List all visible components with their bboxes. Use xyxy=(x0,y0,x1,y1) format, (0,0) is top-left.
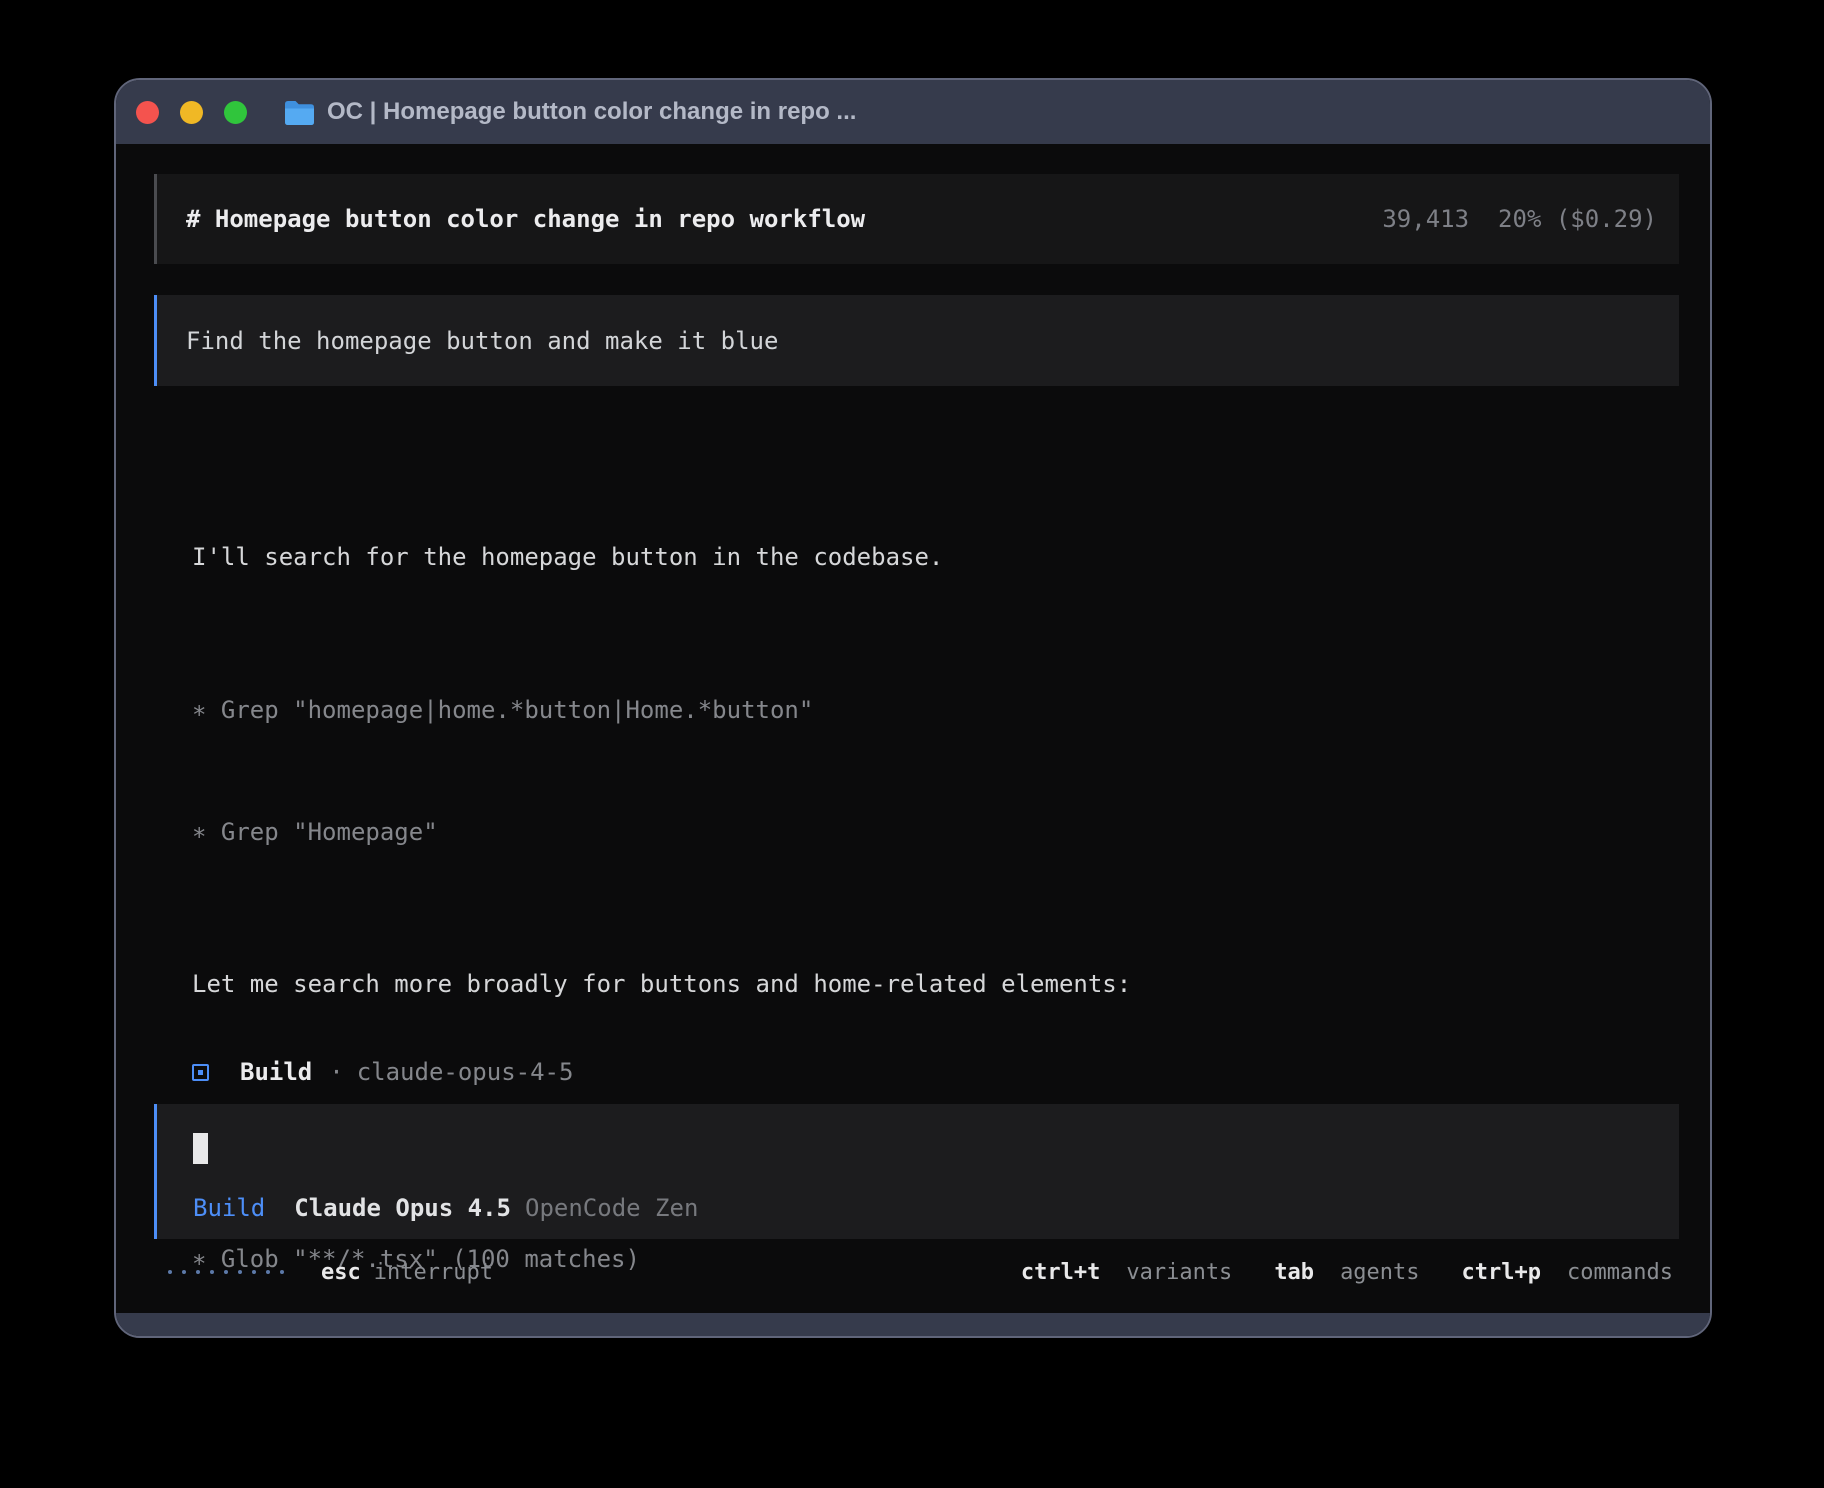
context-usage-cost: 20% ($0.29) xyxy=(1498,205,1657,233)
status-footer: esc interrupt ctrl+t variants tab agents xyxy=(154,1256,1679,1288)
spinner-dot xyxy=(210,1270,214,1274)
shortcut-key: tab xyxy=(1274,1260,1314,1285)
shortcut-key: ctrl+p xyxy=(1462,1260,1541,1285)
active-model-label: Claude Opus 4.5 xyxy=(294,1194,511,1222)
text-cursor xyxy=(193,1133,208,1164)
window-title: OC | Homepage button color change in rep… xyxy=(327,98,856,126)
shortcut-label: agents xyxy=(1340,1260,1419,1285)
session-stats: 39,413 20% ($0.29) xyxy=(1382,205,1657,233)
close-button[interactable] xyxy=(136,101,159,124)
agent-name: Build xyxy=(240,1058,312,1086)
interrupt-label: interrupt xyxy=(374,1260,493,1285)
spinner-dots xyxy=(168,1270,284,1274)
agent-status-row: Build · claude-opus-4-5 xyxy=(192,1056,573,1088)
interrupt-key: esc xyxy=(321,1260,361,1285)
separator-dot: · xyxy=(329,1058,343,1086)
user-message-text: Find the homepage button and make it blu… xyxy=(186,327,778,355)
square-dot-icon xyxy=(192,1064,209,1081)
response-line: ∗ Grep "homepage|home.*button|Home.*butt… xyxy=(192,695,1565,726)
user-message: Find the homepage button and make it blu… xyxy=(154,295,1679,386)
prompt-input[interactable]: Build Claude Opus 4.5 OpenCode Zen xyxy=(154,1104,1679,1239)
spinner-dot xyxy=(238,1270,242,1274)
terminal-window: OC | Homepage button color change in rep… xyxy=(114,78,1712,1338)
minimize-button[interactable] xyxy=(180,101,203,124)
agent-model-id: claude-opus-4-5 xyxy=(357,1058,574,1086)
response-line: Let me search more broadly for buttons a… xyxy=(192,969,1565,1000)
shortcut-label: commands xyxy=(1567,1260,1673,1285)
desktop-background: OC | Homepage button color change in rep… xyxy=(0,0,1824,1488)
titlebar[interactable]: OC | Homepage button color change in rep… xyxy=(116,80,1710,144)
session-header: # Homepage button color change in repo w… xyxy=(154,174,1679,264)
shortcut-hint: ctrl+p commands xyxy=(1462,1260,1673,1285)
active-agent-label: Build xyxy=(193,1194,265,1222)
terminal-content[interactable]: # Homepage button color change in repo w… xyxy=(116,144,1710,1313)
token-count: 39,413 xyxy=(1382,205,1469,233)
shortcut-label: variants xyxy=(1126,1260,1232,1285)
input-status-row: Build Claude Opus 4.5 OpenCode Zen xyxy=(193,1194,698,1222)
spinner-dot xyxy=(224,1270,228,1274)
spinner-dot xyxy=(182,1270,186,1274)
spinner-dot xyxy=(252,1270,256,1274)
provider-label: OpenCode Zen xyxy=(525,1194,698,1222)
shortcut-key: ctrl+t xyxy=(1021,1260,1100,1285)
shortcut-hint: ctrl+t variants xyxy=(1021,1260,1232,1285)
spinner-dot xyxy=(266,1270,270,1274)
spinner-dot xyxy=(280,1270,284,1274)
spinner-dot xyxy=(168,1270,172,1274)
spinner-dot xyxy=(196,1270,200,1274)
window-controls xyxy=(136,101,247,124)
footer-shortcuts: ctrl+t variants tab agents ctrl+p comman… xyxy=(1021,1260,1673,1285)
shortcut-hint: tab agents xyxy=(1274,1260,1419,1285)
response-line: ∗ Grep "Homepage" xyxy=(192,817,1565,848)
session-title: # Homepage button color change in repo w… xyxy=(186,205,865,233)
response-line: I'll search for the homepage button in t… xyxy=(192,542,1565,573)
maximize-button[interactable] xyxy=(224,101,247,124)
folder-icon xyxy=(283,99,314,125)
